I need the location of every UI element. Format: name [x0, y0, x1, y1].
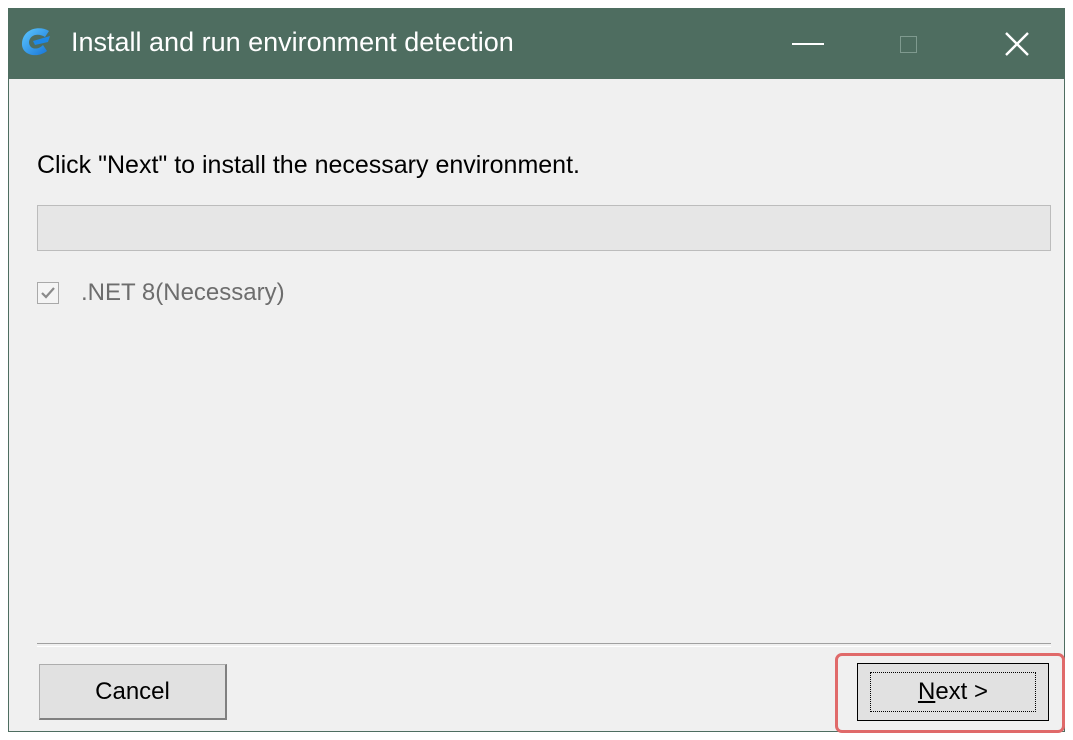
- close-icon: [1005, 32, 1029, 56]
- checkmark-icon: [41, 287, 55, 299]
- next-mnemonic: N: [917, 678, 936, 705]
- next-button[interactable]: Next >: [857, 663, 1049, 721]
- minimize-icon: [792, 43, 824, 45]
- cancel-button[interactable]: Cancel: [39, 664, 227, 720]
- window-title: Install and run environment detection: [71, 27, 514, 57]
- dotnet8-label: .NET 8(Necessary): [81, 279, 285, 306]
- installer-window: Install and run environment detection Cl…: [8, 8, 1065, 733]
- maximize-button: [858, 9, 958, 79]
- app-logo-icon: [21, 28, 50, 56]
- next-label-rest: ext >: [935, 678, 989, 705]
- dialog-body: Click "Next" to install the necessary en…: [9, 79, 1065, 733]
- next-button-focus-rect: Next >: [870, 672, 1036, 712]
- maximize-icon: [899, 35, 917, 53]
- button-separator: [37, 643, 1051, 647]
- minimize-button[interactable]: [758, 9, 858, 79]
- install-progress-bar: [37, 205, 1051, 251]
- component-dotnet8: .NET 8(Necessary): [37, 279, 285, 307]
- title-bar[interactable]: Install and run environment detection: [9, 9, 1064, 79]
- instruction-text: Click "Next" to install the necessary en…: [37, 151, 580, 179]
- dotnet8-checkbox: [37, 282, 59, 304]
- close-button[interactable]: [967, 9, 1067, 79]
